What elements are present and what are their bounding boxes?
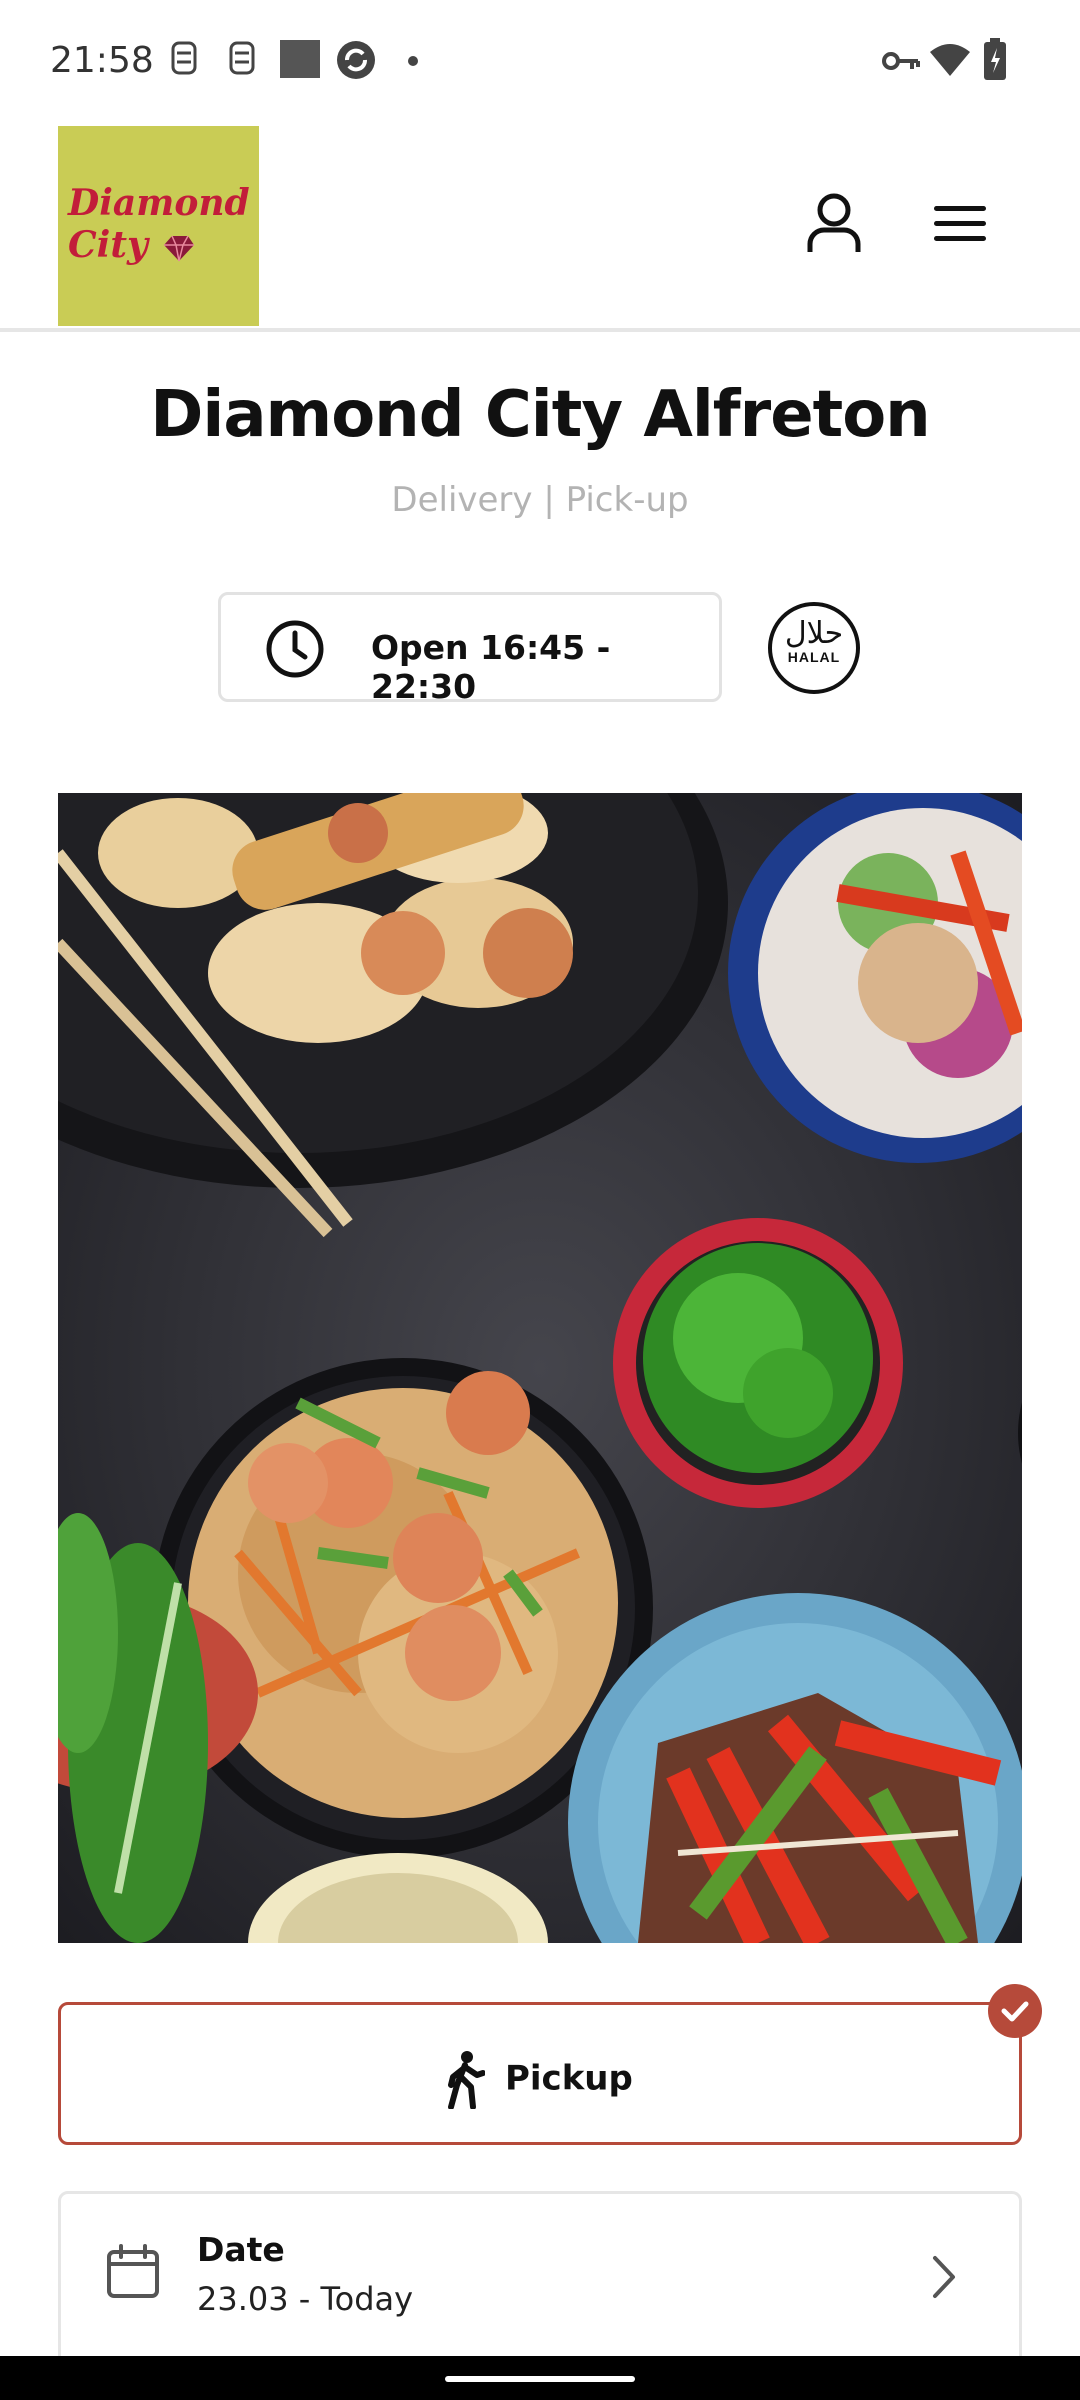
battery-icon <box>984 38 1006 80</box>
wifi-icon <box>930 44 970 76</box>
date-label: Date <box>197 2230 285 2269</box>
pickup-label: Pickup <box>504 2058 633 2099</box>
service-types: Delivery | Pick-up <box>391 480 689 520</box>
opening-hours-text: Open 16:45 - 22:30 <box>371 628 611 706</box>
home-handle[interactable] <box>445 2376 635 2382</box>
square-icon <box>280 40 320 78</box>
pickup-option-button[interactable]: Pickup <box>58 2002 1022 2145</box>
date-selector[interactable]: Date 23.03 - Today <box>58 2191 1022 2371</box>
date-value: 23.03 - Today <box>197 2280 414 2318</box>
account-icon[interactable] <box>806 192 862 254</box>
dot-icon <box>408 56 418 66</box>
key-icon <box>882 52 920 70</box>
food-photo <box>58 793 1022 1943</box>
halal-label: HALAL <box>787 649 841 665</box>
walking-person-icon <box>448 2051 487 2110</box>
notification-icon <box>229 41 255 75</box>
clock-icon <box>266 620 324 678</box>
calendar-icon <box>107 2244 159 2298</box>
status-bar: 21:58 <box>0 0 1080 120</box>
logo-text: Diamond City <box>68 182 250 266</box>
menu-icon[interactable] <box>932 204 988 244</box>
logo-line-1: Diamond <box>68 182 250 224</box>
selected-check-icon <box>988 1984 1042 2038</box>
halal-badge: حلال HALAL <box>768 602 860 694</box>
sync-icon <box>337 41 375 79</box>
opening-hours-button[interactable]: Open 16:45 - 22:30 <box>218 592 722 706</box>
chevron-right-icon <box>933 2256 955 2298</box>
halal-arabic: حلال <box>784 616 844 651</box>
logo-line-2: City <box>68 224 148 266</box>
system-nav-bar <box>0 2356 1080 2400</box>
app-header: Diamond City <box>0 120 1080 332</box>
restaurant-name: Diamond City Alfreton <box>150 378 930 452</box>
diamond-icon <box>164 235 195 262</box>
restaurant-logo[interactable]: Diamond City <box>58 126 259 326</box>
status-time: 21:58 <box>50 40 154 81</box>
hero-food-image <box>58 793 1022 1943</box>
notification-icon <box>171 41 197 75</box>
